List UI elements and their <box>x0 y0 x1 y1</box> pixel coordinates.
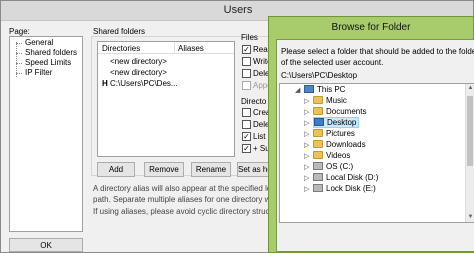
tree-item-label: Local Disk (D:) <box>326 173 379 182</box>
desktop-folder-icon <box>314 118 324 126</box>
table-row[interactable]: <new directory> <box>110 68 167 77</box>
computer-icon <box>304 85 314 93</box>
column-header-aliases[interactable]: Aliases <box>178 44 204 53</box>
scrollbar-thumb[interactable] <box>467 96 473 166</box>
tree-item-desktop[interactable]: Desktop <box>313 117 360 128</box>
videos-folder-icon <box>313 151 323 159</box>
remove-button[interactable]: Remove <box>144 162 184 177</box>
users-window-title: Users <box>223 4 253 16</box>
table-header: Directories Aliases <box>98 42 234 54</box>
expand-caret-icon[interactable]: ▷ <box>304 163 309 171</box>
expand-caret-icon[interactable]: ▷ <box>304 174 309 182</box>
expand-caret-icon[interactable]: ▷ <box>304 185 309 193</box>
tree-item-lock-disk-e[interactable]: Lock Disk (E:) <box>313 183 376 194</box>
tree-item-label: Music <box>326 96 347 105</box>
page-item-general[interactable]: General <box>25 38 53 47</box>
tree-item-documents[interactable]: Documents <box>313 106 366 117</box>
dir-delete-checkbox[interactable] <box>242 120 251 129</box>
create-checkbox[interactable] <box>242 108 251 117</box>
expand-caret-icon[interactable]: ▷ <box>304 97 309 105</box>
tree-item-label: Videos <box>326 151 351 160</box>
table-row[interactable]: <new directory> <box>110 57 167 66</box>
column-header-directories[interactable]: Directories <box>102 44 140 53</box>
tree-scrollbar[interactable]: ▲ ▼ <box>465 84 474 222</box>
tree-item-os-c[interactable]: OS (C:) <box>313 161 353 172</box>
column-divider <box>174 42 175 54</box>
tree-item-label: Lock Disk (E:) <box>326 184 376 193</box>
dialog-title: Browse for Folder <box>331 22 411 33</box>
dialog-instructions: of the selected user account. <box>281 58 384 67</box>
drive-icon <box>313 184 323 192</box>
browse-for-folder-dialog: Browse for Folder Please select a folder… <box>268 16 474 253</box>
write-checkbox[interactable] <box>242 57 251 66</box>
tree-item-this-pc[interactable]: This PC <box>304 84 345 95</box>
tree-item-pictures[interactable]: Pictures <box>313 128 355 139</box>
tree-item-downloads[interactable]: Downloads <box>313 139 366 150</box>
tree-item-local-disk-d[interactable]: Local Disk (D:) <box>313 172 378 183</box>
add-button[interactable]: Add <box>97 162 135 177</box>
append-checkbox[interactable] <box>242 81 251 90</box>
tree-item-label: This PC <box>317 85 346 94</box>
subdirs-checkbox[interactable]: ✓ <box>242 144 251 153</box>
table-row[interactable]: C:\Users\PC\Des... <box>110 79 178 88</box>
dialog-instructions: Please select a folder that should be ad… <box>281 47 474 56</box>
page-tree: General Shared folders Speed Limits IP F… <box>9 36 83 232</box>
tree-item-music[interactable]: Music <box>313 95 347 106</box>
tree-item-label: Desktop <box>327 118 357 127</box>
music-folder-icon <box>313 96 323 104</box>
drive-icon <box>313 162 323 170</box>
page-tree-branch <box>16 63 22 64</box>
expand-caret-icon[interactable]: ▷ <box>304 119 309 127</box>
collapse-caret-icon[interactable]: ◢ <box>295 86 300 94</box>
list-checkbox[interactable]: ✓ <box>242 132 251 141</box>
pictures-folder-icon <box>313 129 323 137</box>
tree-item-videos[interactable]: Videos <box>313 150 350 161</box>
page-label: Page: <box>9 27 30 36</box>
shared-folders-label: Shared folders <box>93 27 146 36</box>
scroll-down-arrow-icon[interactable]: ▼ <box>466 213 474 222</box>
expand-caret-icon[interactable]: ▷ <box>304 141 309 149</box>
read-checkbox[interactable]: ✓ <box>242 45 251 54</box>
directories-label: Directo <box>241 97 267 106</box>
page-item-ip-filter[interactable]: IP Filter <box>25 68 52 77</box>
page-tree-line <box>16 42 17 77</box>
page-tree-branch <box>16 73 22 74</box>
tree-item-label: OS (C:) <box>326 162 354 171</box>
tree-item-label: Documents <box>326 107 367 116</box>
page-tree-branch <box>16 53 22 54</box>
delete-checkbox[interactable] <box>242 69 251 78</box>
selected-path: C:\Users\PC\Desktop <box>281 71 358 80</box>
folder-tree[interactable]: ◢ This PC ▷ Music ▷ Documents ▷ Desktop … <box>279 83 474 223</box>
page-tree-branch <box>16 43 22 44</box>
home-directory-marker: H <box>102 79 108 88</box>
page-item-shared-folders[interactable]: Shared folders <box>25 48 77 57</box>
scroll-up-arrow-icon[interactable]: ▲ <box>466 84 474 93</box>
page-item-speed-limits[interactable]: Speed Limits <box>25 58 71 67</box>
ok-button[interactable]: OK <box>9 238 83 252</box>
list-label: List <box>253 132 266 141</box>
expand-caret-icon[interactable]: ▷ <box>304 152 309 160</box>
expand-caret-icon[interactable]: ▷ <box>304 130 309 138</box>
tree-item-label: Downloads <box>326 140 366 149</box>
drive-icon <box>313 173 323 181</box>
set-home-button[interactable]: Set as ho <box>237 162 269 177</box>
expand-caret-icon[interactable]: ▷ <box>304 108 309 116</box>
documents-folder-icon <box>313 107 323 115</box>
tree-item-label: Pictures <box>326 129 355 138</box>
files-label: Files <box>241 33 258 42</box>
rename-button[interactable]: Rename <box>191 162 231 177</box>
directories-table: Directories Aliases <new directory> <new… <box>97 41 235 157</box>
downloads-folder-icon <box>313 140 323 148</box>
